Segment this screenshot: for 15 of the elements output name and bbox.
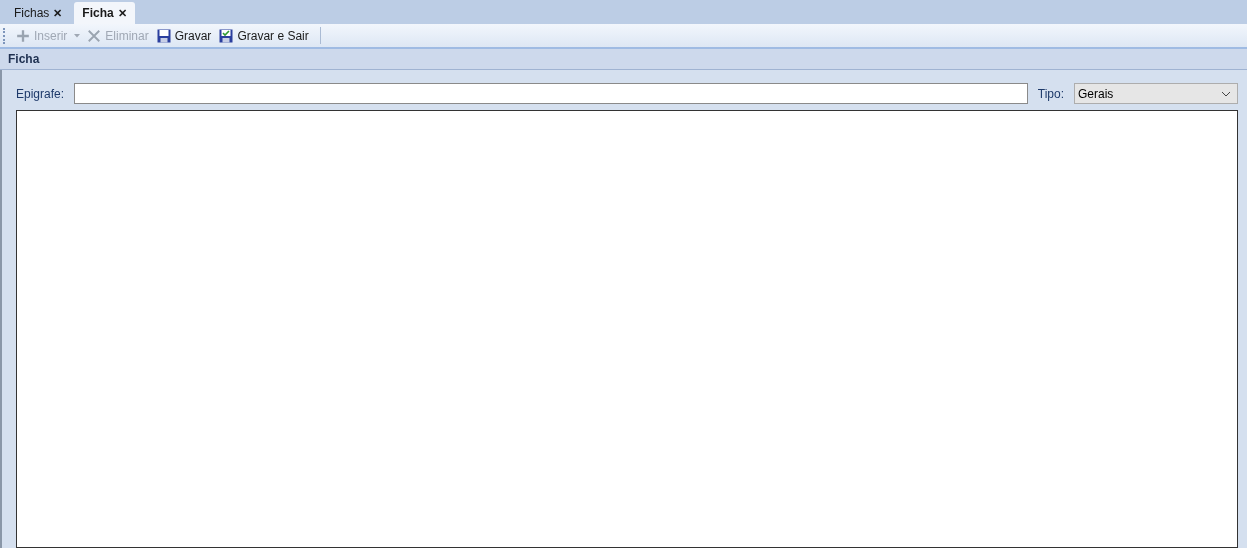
toolbar-button[interactable]: Gravar	[153, 25, 215, 46]
input-field[interactable]	[74, 83, 1028, 104]
dropdown[interactable]: Gerais	[1074, 83, 1238, 104]
toolbar-button[interactable]: Gravar e Sair	[216, 25, 312, 46]
close-icon[interactable]: ✕	[117, 6, 127, 20]
close-icon[interactable]: ✕	[53, 6, 63, 20]
tab[interactable]: Ficha ✕	[74, 2, 135, 24]
grip-icon	[3, 27, 7, 44]
chevron-down-icon	[1221, 90, 1231, 97]
plus-icon	[16, 28, 30, 43]
field-label: Tipo:	[1037, 86, 1064, 101]
section-header: Ficha	[0, 49, 1247, 70]
close-icon	[87, 28, 102, 43]
field-label: Epigrafe:	[16, 86, 65, 101]
tab[interactable]: Fichas ✕	[6, 2, 71, 24]
